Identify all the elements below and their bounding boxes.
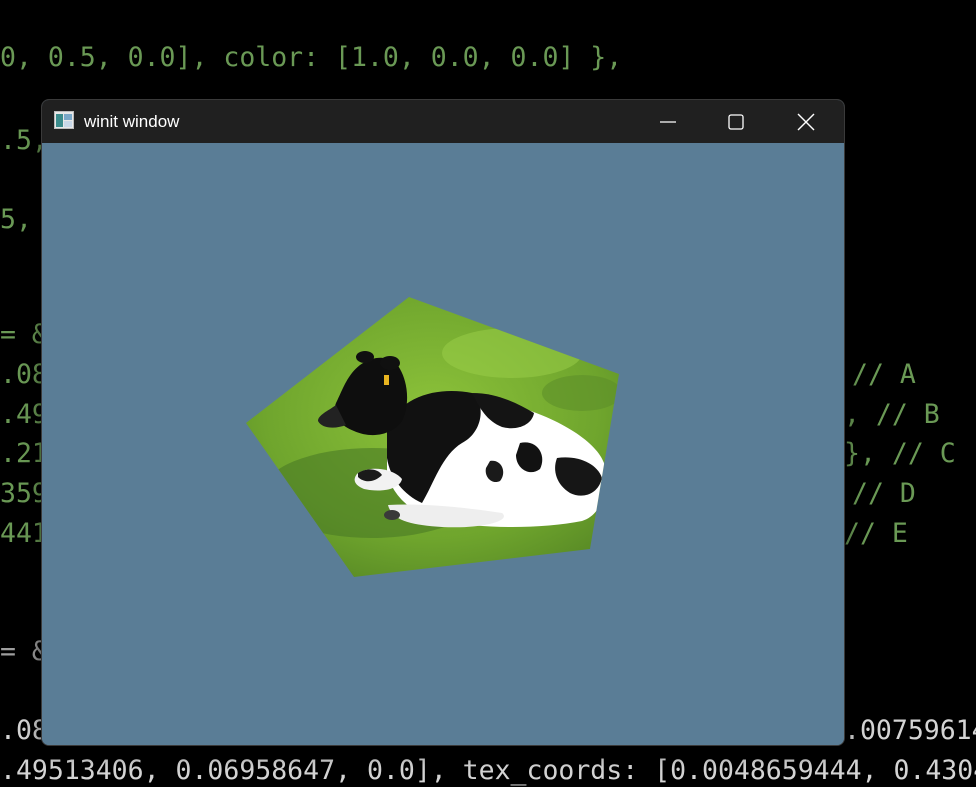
title-bar[interactable]: winit window	[42, 100, 844, 143]
comment-d: // D	[852, 478, 916, 509]
maximize-icon	[728, 113, 744, 130]
code-line-3: 5,	[0, 204, 32, 235]
comment-c: }, // C	[844, 438, 956, 469]
textured-pentagon	[246, 297, 619, 577]
render-surface[interactable]	[42, 143, 844, 745]
comment-a: // A	[852, 359, 916, 390]
code-line-1: 0, 0.5, 0.0], color: [1.0, 0.0, 0.0] },	[0, 42, 623, 73]
winit-window[interactable]: winit window	[41, 99, 845, 746]
cow-texture	[246, 297, 619, 577]
comment-e: // E	[844, 518, 908, 549]
close-icon	[797, 113, 815, 130]
window-title: winit window	[84, 112, 180, 131]
maximize-button[interactable]	[702, 100, 770, 143]
code-number-right: .00759614	[844, 715, 976, 746]
close-button[interactable]	[772, 100, 840, 143]
minimize-button[interactable]	[634, 100, 702, 143]
comment-b: , // B	[844, 399, 940, 430]
minimize-icon	[660, 120, 676, 123]
app-window-icon	[54, 111, 74, 129]
code-line-12: .49513406, 0.06958647, 0.0], tex_coords:…	[0, 755, 976, 786]
